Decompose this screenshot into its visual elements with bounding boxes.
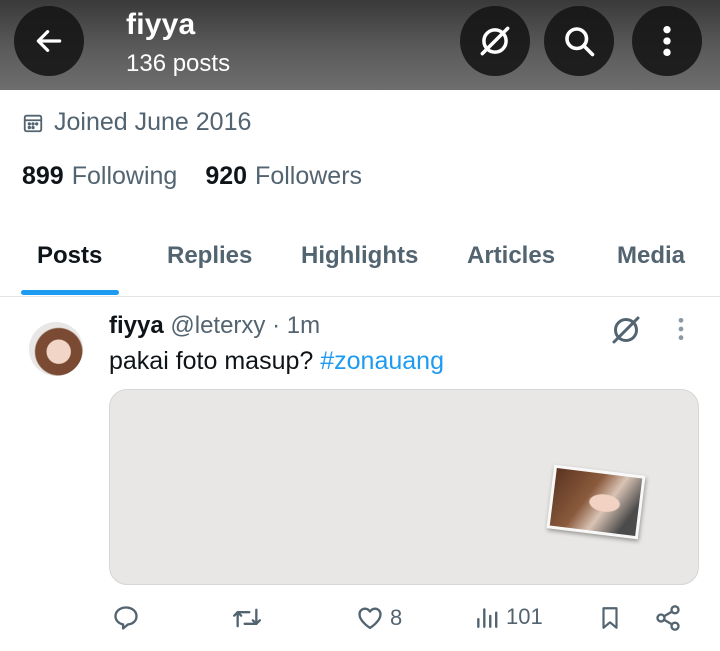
tab-posts[interactable]: Posts — [37, 242, 102, 270]
calendar-icon — [23, 114, 43, 132]
bookmark-icon — [602, 607, 618, 629]
share-button[interactable] — [654, 604, 682, 632]
search-button[interactable] — [544, 6, 614, 76]
share-icon — [656, 605, 680, 631]
tab-replies[interactable]: Replies — [167, 242, 252, 270]
grok-icon — [612, 316, 640, 344]
back-arrow-icon — [36, 30, 62, 52]
grok-icon — [480, 26, 510, 56]
heart-icon — [358, 607, 382, 630]
following-count: 899 — [22, 162, 64, 190]
views-icon — [477, 608, 498, 628]
back-button[interactable] — [14, 6, 84, 76]
joined-date: Joined June 2016 — [22, 108, 251, 137]
followers-link[interactable]: 920 Followers — [205, 162, 362, 191]
followers-label: Followers — [255, 162, 363, 190]
followers-count: 920 — [205, 162, 248, 190]
bookmark-button[interactable] — [597, 604, 623, 632]
post-more-button[interactable] — [676, 316, 686, 347]
tab-articles[interactable]: Articles — [467, 242, 555, 270]
reply-icon — [114, 606, 138, 630]
more-options-button[interactable] — [632, 6, 702, 76]
media-photo — [546, 464, 646, 540]
profile-tabs: Posts Replies Highlights Articles Media — [0, 228, 720, 296]
like-button[interactable]: 8 — [356, 604, 402, 632]
post-author-handle[interactable]: @leterxy — [170, 312, 265, 339]
following-link[interactable]: 899 Following — [22, 162, 177, 191]
tab-highlights[interactable]: Highlights — [301, 242, 418, 270]
post-text: pakai foto masup? #zonauang — [109, 347, 444, 376]
reply-button[interactable] — [112, 604, 140, 632]
media-photo-image — [549, 467, 643, 537]
search-icon — [565, 27, 595, 57]
like-count: 8 — [390, 605, 403, 630]
repost-button[interactable] — [231, 604, 263, 632]
header-display-name: fiyya — [126, 8, 196, 41]
post-hashtag[interactable]: #zonauang — [320, 347, 444, 375]
more-vertical-icon — [678, 317, 684, 341]
post-body: pakai foto masup? — [109, 347, 321, 375]
tabs-divider — [0, 296, 720, 297]
grok-button[interactable] — [460, 6, 530, 76]
post-time[interactable]: 1m — [287, 312, 320, 339]
more-vertical-icon — [663, 25, 671, 57]
repost-icon — [233, 608, 262, 628]
header-posts-count: 136 posts — [126, 50, 231, 77]
post-grok-button[interactable] — [608, 312, 644, 353]
avatar[interactable] — [29, 322, 83, 376]
post-author-name[interactable]: fiyya — [109, 312, 164, 339]
active-tab-indicator — [21, 290, 119, 295]
profile-header: fiyya 136 posts — [0, 0, 720, 90]
joined-text: Joined June 2016 — [54, 108, 252, 136]
post-header: fiyya @leterxy · 1m — [109, 312, 320, 340]
views-button[interactable]: 101 — [474, 604, 543, 630]
following-label: Following — [71, 162, 178, 190]
follow-stats: 899 Following 920 Followers — [22, 162, 362, 191]
tab-media[interactable]: Media — [617, 242, 685, 270]
post-separator: · — [265, 312, 287, 339]
post-media[interactable] — [109, 389, 699, 585]
views-count: 101 — [506, 604, 543, 629]
